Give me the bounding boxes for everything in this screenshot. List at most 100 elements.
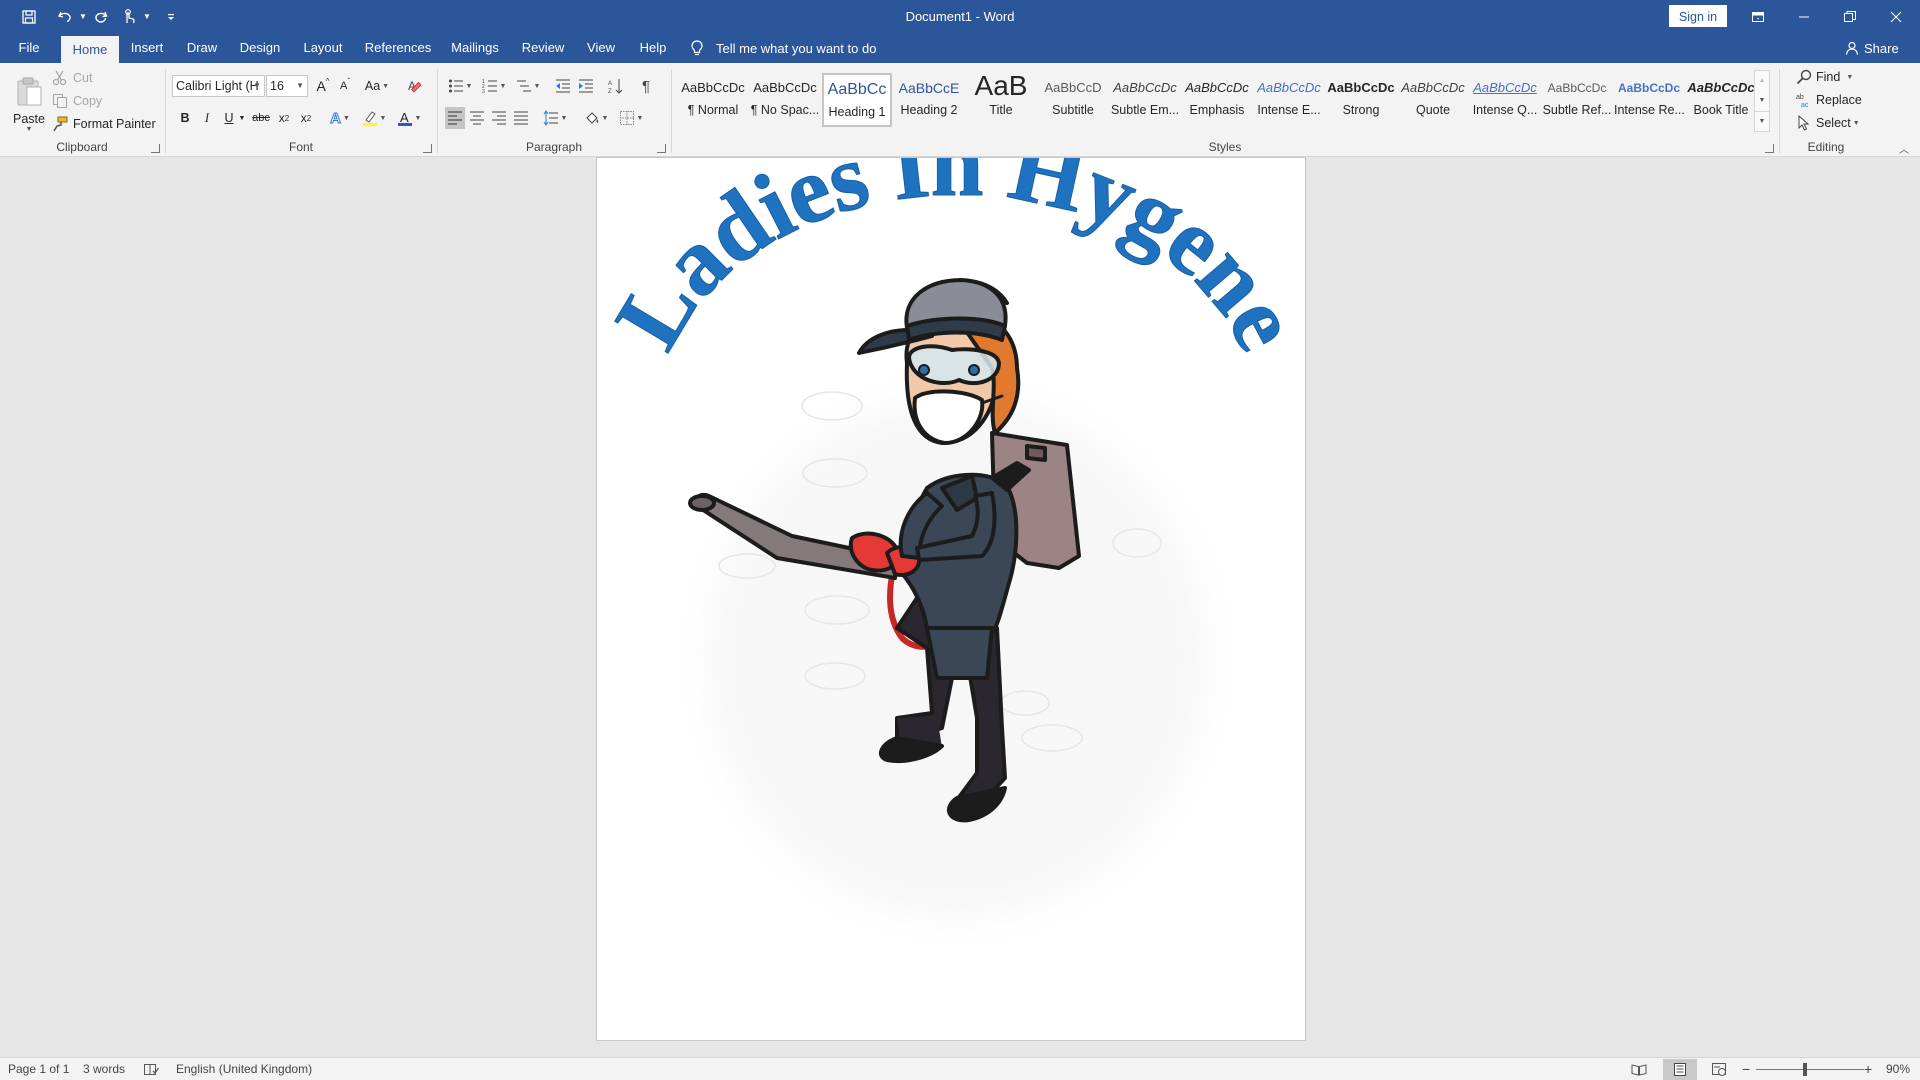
grow-font-icon[interactable]: A ^ <box>313 75 333 97</box>
font-name-dropdown-icon[interactable]: ▼ <box>253 76 261 96</box>
text-effects-icon[interactable]: A ▼ <box>326 107 354 129</box>
proofing-icon[interactable] <box>143 1062 159 1077</box>
tab-file[interactable]: File <box>10 33 48 63</box>
style-intense-reference[interactable]: AaBbCcDc Intense Re... <box>1614 73 1684 127</box>
word-count[interactable]: 3 words <box>83 1058 125 1080</box>
show-formatting-marks-icon[interactable]: ¶ <box>635 75 657 97</box>
align-center-icon[interactable] <box>467 107 487 129</box>
collapse-ribbon-icon[interactable]: ︿ <box>1896 141 1912 156</box>
web-layout-icon[interactable] <box>1711 1062 1727 1077</box>
tab-view[interactable]: View <box>582 33 620 63</box>
tab-design[interactable]: Design <box>236 33 284 63</box>
tab-layout[interactable]: Layout <box>298 33 348 63</box>
styles-more-icon[interactable]: ▼ <box>1755 111 1769 131</box>
change-case-button[interactable]: Aa ▼ <box>362 75 392 97</box>
style-title[interactable]: AaB Title <box>966 73 1036 127</box>
underline-icon[interactable]: U <box>219 107 239 129</box>
styles-scroll-up-icon[interactable]: ▲ <box>1755 71 1769 91</box>
document-canvas[interactable]: Ladies In Hygene <box>0 157 1920 1057</box>
underline-dropdown-icon[interactable]: ▼ <box>237 107 247 129</box>
undo-dropdown-icon[interactable]: ▼ <box>78 4 88 30</box>
style-heading-2[interactable]: AaBbCcE Heading 2 <box>894 73 964 127</box>
decrease-indent-icon[interactable] <box>552 75 574 97</box>
sort-icon[interactable]: AZ <box>605 75 627 97</box>
close-icon[interactable] <box>1873 0 1919 33</box>
zoom-in-button[interactable]: + <box>1864 1058 1872 1080</box>
style-book-title[interactable]: AaBbCcDc Book Title <box>1686 73 1756 127</box>
touch-mode-icon[interactable] <box>116 4 142 30</box>
language-indicator[interactable]: English (United Kingdom) <box>176 1058 312 1080</box>
save-icon[interactable] <box>16 4 42 30</box>
style-heading-1[interactable]: AaBbCc Heading 1 <box>822 73 892 127</box>
touch-mode-dropdown-icon[interactable]: ▼ <box>142 4 152 30</box>
tab-review[interactable]: Review <box>518 33 568 63</box>
style-strong[interactable]: AaBbCcDc Strong <box>1326 73 1396 127</box>
page-count[interactable]: Page 1 of 1 <box>8 1058 69 1080</box>
undo-icon[interactable] <box>52 4 78 30</box>
print-layout-icon[interactable] <box>1672 1062 1688 1077</box>
style-quote[interactable]: AaBbCcDc Quote <box>1398 73 1468 127</box>
minimize-icon[interactable] <box>1781 0 1827 33</box>
tab-draw[interactable]: Draw <box>181 33 223 63</box>
style-subtle-emphasis[interactable]: AaBbCcDc Subtle Em... <box>1110 73 1180 127</box>
customize-qat-icon[interactable] <box>158 4 184 30</box>
tab-home[interactable]: Home <box>61 36 119 63</box>
style-intense-quote[interactable]: AaBbCcDc Intense Q... <box>1470 73 1540 127</box>
document-page[interactable]: Ladies In Hygene <box>596 157 1307 1041</box>
justify-icon[interactable] <box>511 107 531 129</box>
sign-in-button[interactable]: Sign in <box>1669 5 1727 27</box>
clear-formatting-icon[interactable]: A <box>404 75 426 97</box>
highlight-color-icon[interactable]: ▼ <box>359 107 389 129</box>
style-subtitle[interactable]: AaBbCcD Subtitle <box>1038 73 1108 127</box>
superscript-icon[interactable]: x2 <box>296 107 316 129</box>
numbering-icon[interactable]: 1 2 3 ▼ <box>478 75 510 97</box>
tell-me-search[interactable]: Tell me what you want to do <box>690 33 876 63</box>
style-emphasis[interactable]: AaBbCcDc Emphasis <box>1182 73 1252 127</box>
strikethrough-icon[interactable]: abc <box>250 107 272 129</box>
styles-launcher-icon[interactable] <box>1765 144 1774 153</box>
italic-icon[interactable]: I <box>197 107 217 129</box>
align-right-icon[interactable] <box>489 107 509 129</box>
tab-help[interactable]: Help <box>633 33 673 63</box>
increase-indent-icon[interactable] <box>575 75 597 97</box>
font-launcher-icon[interactable] <box>423 144 432 153</box>
borders-icon[interactable]: ▼ <box>616 107 646 129</box>
copy-button[interactable]: Copy <box>52 91 102 111</box>
select-button[interactable]: Select ▼ <box>1796 113 1860 133</box>
font-size-dropdown-icon[interactable]: ▼ <box>296 76 304 96</box>
zoom-slider[interactable] <box>1756 1069 1864 1070</box>
read-mode-icon[interactable] <box>1631 1062 1647 1077</box>
zoom-slider-thumb[interactable] <box>1802 1063 1807 1076</box>
bold-icon[interactable]: B <box>175 107 195 129</box>
cut-button[interactable]: Cut <box>52 68 92 88</box>
shading-icon[interactable]: ▼ <box>581 107 611 129</box>
font-size-box[interactable]: 16 ▼ <box>266 75 308 97</box>
find-button[interactable]: Find ▼ <box>1796 67 1853 87</box>
style-subtle-reference[interactable]: AaBbCcDc Subtle Ref... <box>1542 73 1612 127</box>
zoom-level[interactable]: 90% <box>1886 1058 1910 1080</box>
format-painter-button[interactable]: Format Painter <box>52 114 156 134</box>
align-left-icon[interactable] <box>445 107 465 129</box>
ribbon-display-options-icon[interactable] <box>1735 0 1781 33</box>
style-intense-emphasis[interactable]: AaBbCcDc Intense E... <box>1254 73 1324 127</box>
restore-icon[interactable] <box>1827 0 1873 33</box>
replace-button[interactable]: ab ac Replace <box>1796 90 1862 110</box>
shrink-font-icon[interactable]: Aˇ <box>335 75 355 97</box>
paragraph-launcher-icon[interactable] <box>657 144 666 153</box>
style-normal[interactable]: AaBbCcDc ¶ Normal <box>678 73 748 127</box>
multilevel-list-icon[interactable]: ▼ <box>512 75 544 97</box>
font-color-icon[interactable]: A ▼ <box>394 107 424 129</box>
tab-insert[interactable]: Insert <box>125 33 169 63</box>
style-no-spacing[interactable]: AaBbCcDc ¶ No Spac... <box>750 73 820 127</box>
bullets-icon[interactable]: ▼ <box>444 75 476 97</box>
clipboard-launcher-icon[interactable] <box>151 144 160 153</box>
line-spacing-icon[interactable]: ▼ <box>540 107 570 129</box>
zoom-out-button[interactable]: − <box>1742 1058 1750 1080</box>
paste-button[interactable]: Paste ▼ <box>10 68 48 140</box>
subscript-icon[interactable]: x2 <box>274 107 294 129</box>
paste-dropdown-icon[interactable]: ▼ <box>26 126 33 133</box>
tab-references[interactable]: References <box>363 33 433 63</box>
font-name-box[interactable]: Calibri Light (H ▼ <box>172 75 265 97</box>
redo-icon[interactable] <box>88 4 114 30</box>
share-button[interactable]: Share <box>1845 33 1899 63</box>
